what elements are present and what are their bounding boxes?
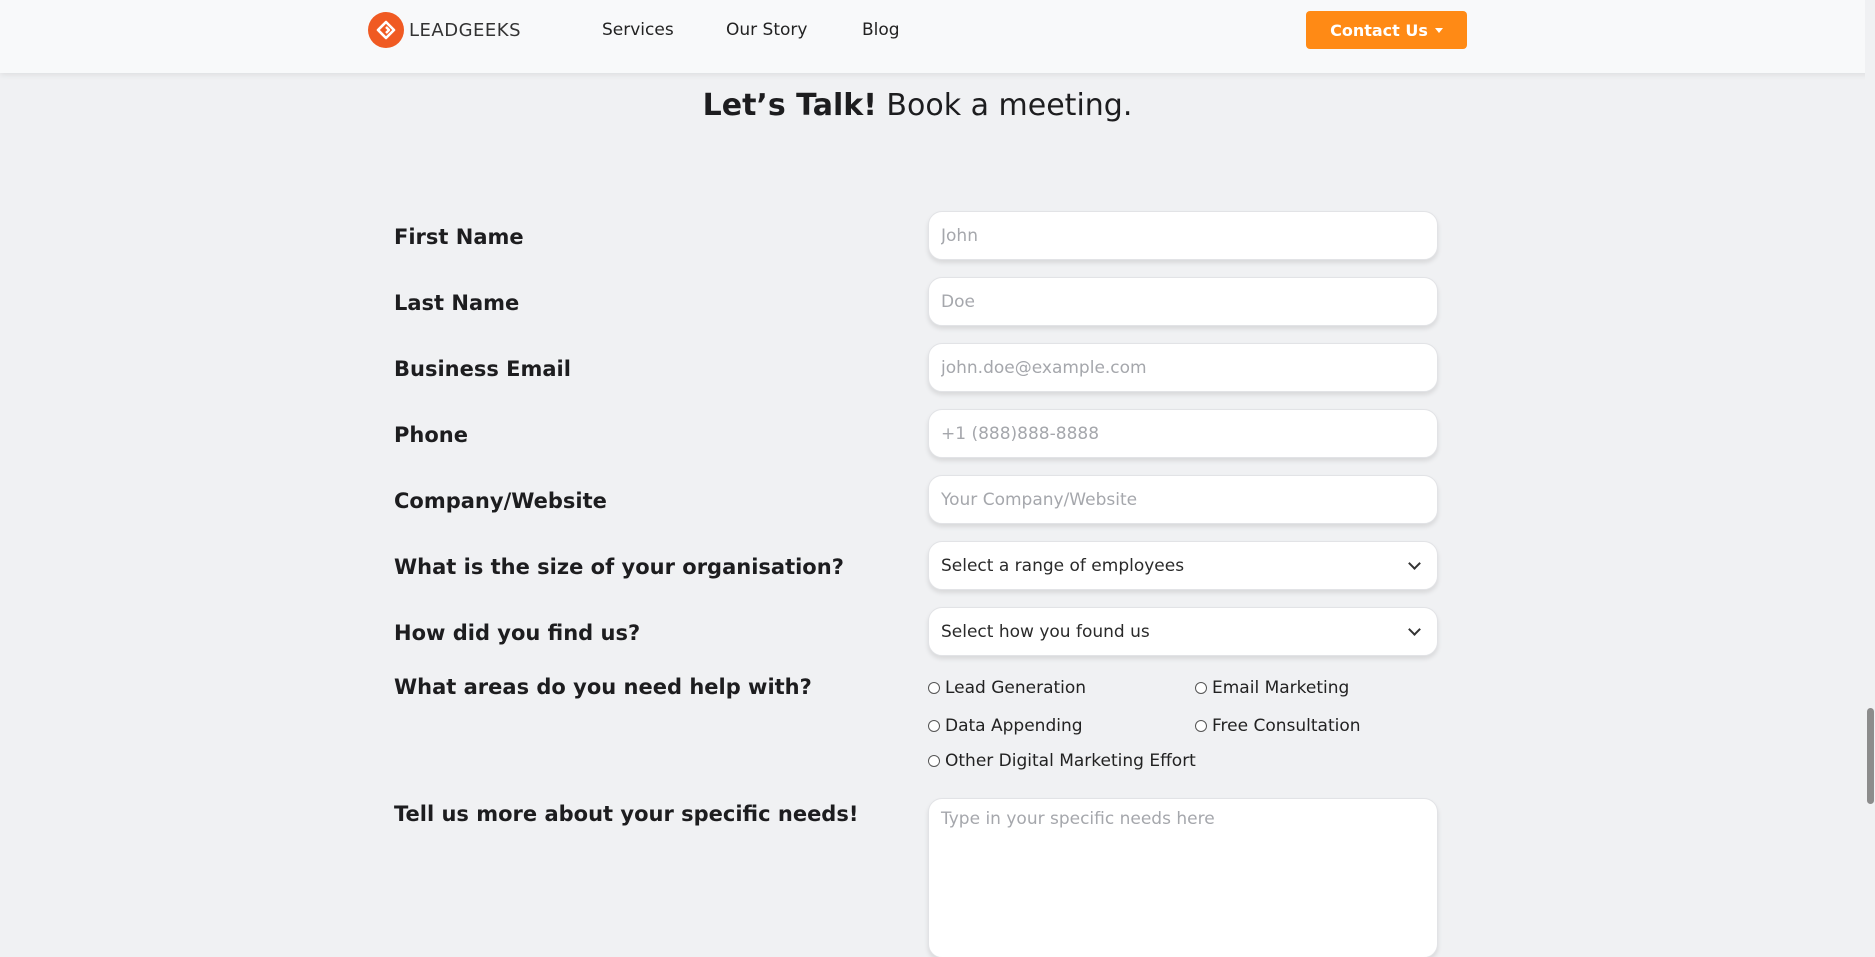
radio-label: Email Marketing: [1212, 678, 1350, 698]
found-us-select[interactable]: Select how you found us: [928, 607, 1438, 656]
top-navbar: LEADGEEKS Services Our Story Blog Contac…: [0, 0, 1875, 73]
nav-link-our-story[interactable]: Our Story: [726, 20, 807, 40]
scrollbar-thumb[interactable]: [1867, 708, 1874, 804]
chevron-down-icon: [1408, 556, 1421, 570]
last-name-input[interactable]: [928, 277, 1438, 326]
company-website-input[interactable]: [928, 475, 1438, 524]
company-website-label: Company/Website: [394, 489, 607, 513]
phone-label: Phone: [394, 423, 468, 447]
page-title-bold: Let’s Talk!: [702, 88, 877, 123]
scrollbar-track[interactable]: [1865, 0, 1875, 957]
phone-input[interactable]: [928, 409, 1438, 458]
nav-link-services[interactable]: Services: [602, 20, 674, 40]
page-title: Let’s Talk! Book a meeting.: [0, 88, 1835, 123]
nav-link-blog[interactable]: Blog: [862, 20, 900, 40]
leadgeeks-logo-icon: [368, 12, 404, 48]
brand-logo[interactable]: LEADGEEKS: [368, 12, 521, 48]
radio-circle-icon: [1195, 720, 1207, 732]
radio-label: Data Appending: [945, 716, 1083, 736]
contact-us-button[interactable]: Contact Us: [1306, 11, 1467, 49]
radio-circle-icon: [928, 682, 940, 694]
org-size-selected-value: Select a range of employees: [941, 555, 1185, 576]
caret-down-icon: [1434, 27, 1443, 33]
brand-name: LEADGEEKS: [409, 19, 521, 41]
business-email-label: Business Email: [394, 357, 571, 381]
radio-label: Other Digital Marketing Effort: [945, 751, 1196, 771]
found-us-label: How did you find us?: [394, 621, 641, 645]
page-title-rest: Book a meeting.: [876, 88, 1133, 123]
org-size-select[interactable]: Select a range of employees: [928, 541, 1438, 590]
specific-needs-textarea[interactable]: [928, 798, 1438, 957]
business-email-input[interactable]: [928, 343, 1438, 392]
radio-email-marketing[interactable]: Email Marketing: [1195, 678, 1349, 698]
radio-label: Free Consultation: [1212, 716, 1361, 736]
chevron-down-icon: [1408, 622, 1421, 636]
found-us-selected-value: Select how you found us: [941, 621, 1150, 642]
radio-label: Lead Generation: [945, 678, 1087, 698]
first-name-input[interactable]: [928, 211, 1438, 260]
contact-us-label: Contact Us: [1330, 20, 1428, 40]
radio-circle-icon: [928, 755, 940, 767]
radio-lead-generation[interactable]: Lead Generation: [928, 678, 1086, 698]
radio-circle-icon: [928, 720, 940, 732]
first-name-label: First Name: [394, 225, 524, 249]
radio-data-appending[interactable]: Data Appending: [928, 716, 1083, 736]
radio-free-consultation[interactable]: Free Consultation: [1195, 716, 1361, 736]
radio-circle-icon: [1195, 682, 1207, 694]
radio-other-digital-marketing[interactable]: Other Digital Marketing Effort: [928, 751, 1196, 771]
specific-needs-label: Tell us more about your specific needs!: [394, 802, 859, 826]
last-name-label: Last Name: [394, 291, 520, 315]
org-size-label: What is the size of your organisation?: [394, 555, 844, 579]
help-areas-label: What areas do you need help with?: [394, 675, 812, 699]
